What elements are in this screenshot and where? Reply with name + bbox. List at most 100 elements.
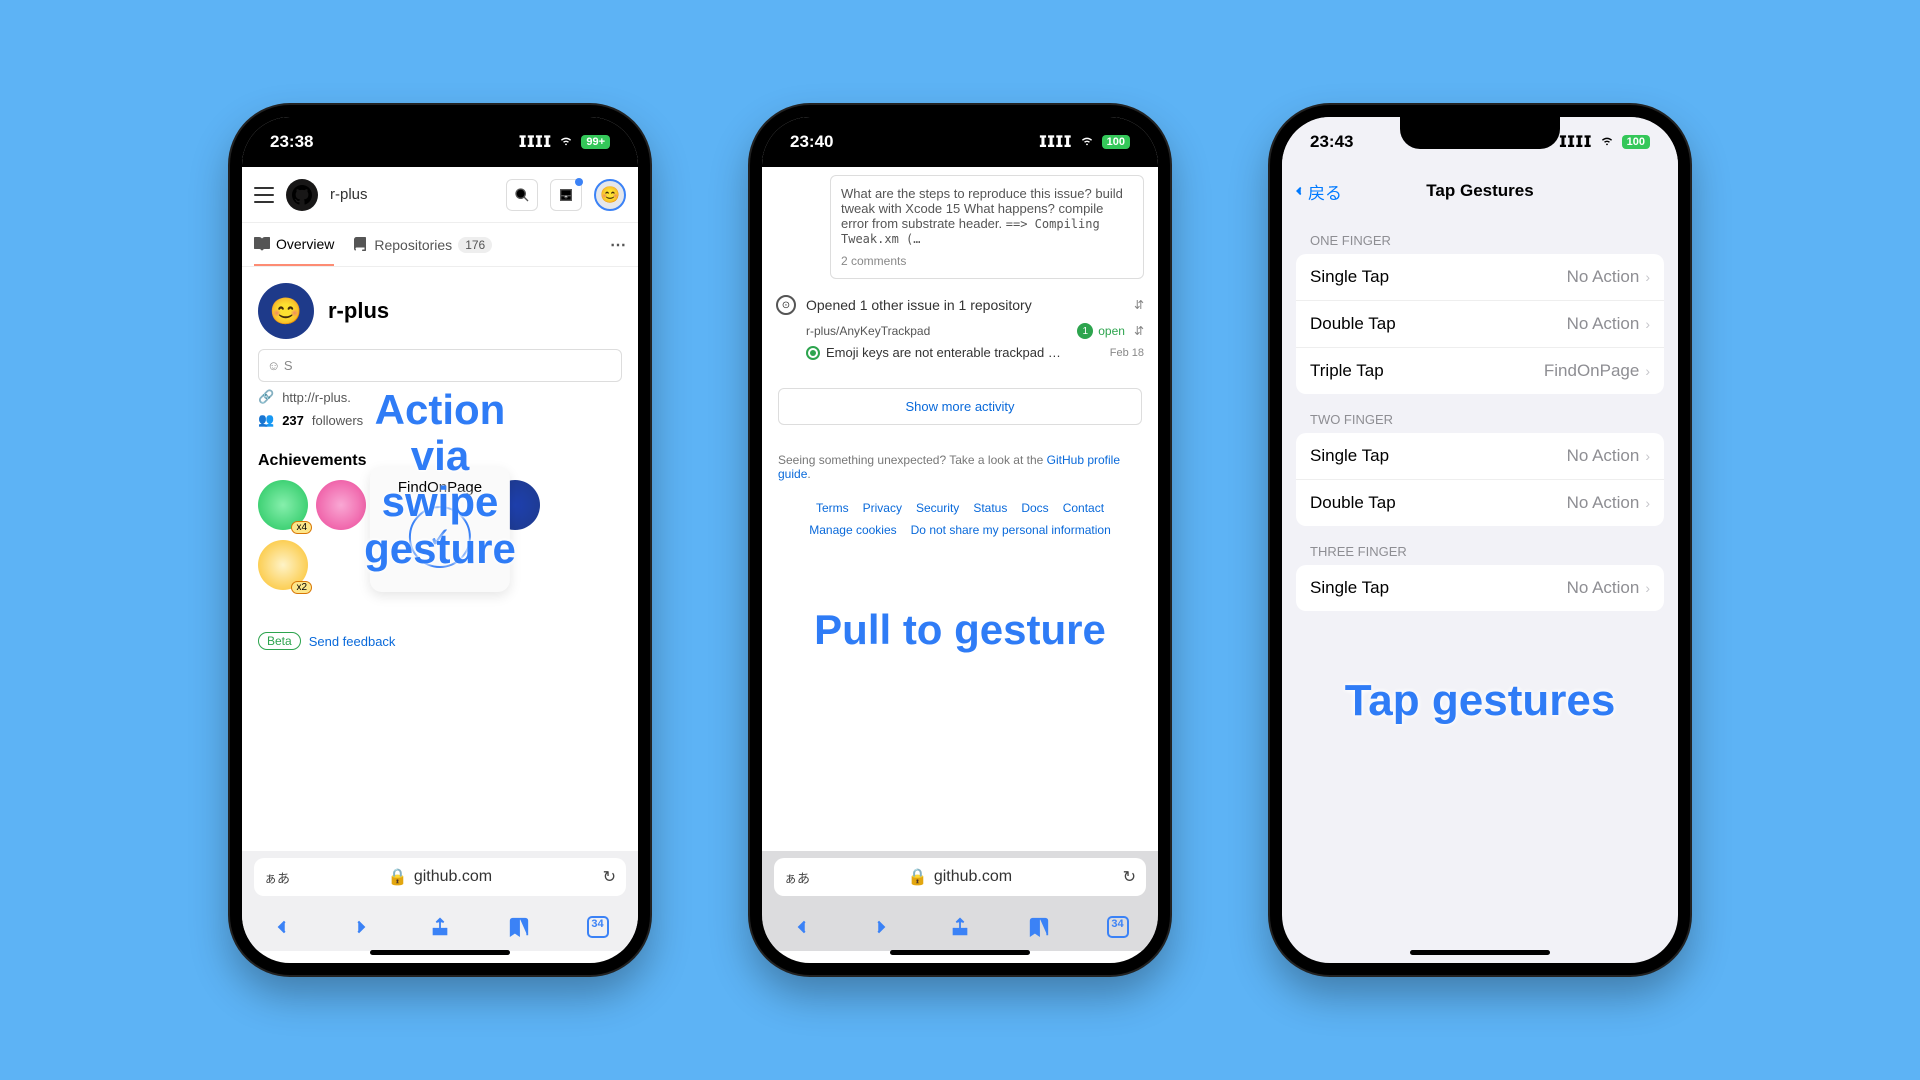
footer-link[interactable]: Contact [1063, 501, 1104, 515]
back-button[interactable]: 戻る [1292, 179, 1342, 204]
overlay-caption: Pull to gesture [814, 607, 1106, 653]
back-icon[interactable] [271, 916, 293, 938]
notch [1400, 117, 1560, 149]
url-bar[interactable]: ぁあ 🔒 github.com ↻ [774, 858, 1146, 896]
achievement-badge[interactable]: x2 [258, 540, 308, 590]
url-text: github.com [414, 868, 492, 886]
section-header: ONE FINGER [1296, 215, 1664, 254]
github-username: r-plus [330, 186, 494, 203]
row-label: Double Tap [1310, 493, 1396, 513]
nav-bar: 戻る Tap Gestures [1282, 167, 1678, 215]
github-tabs: Overview Repositories 176 ⋯ [242, 223, 638, 267]
footer-link[interactable]: Status [973, 501, 1007, 515]
notch [360, 117, 520, 149]
footer-link[interactable]: Docs [1021, 501, 1048, 515]
overlay-caption: Action via swipe gesture [341, 387, 539, 572]
tabs-button[interactable]: 34 [1107, 916, 1129, 938]
reload-icon[interactable]: ↻ [603, 867, 616, 887]
bookmarks-icon[interactable] [508, 916, 530, 938]
settings-group: Single Tap No Action › [1296, 565, 1664, 611]
url-text: github.com [934, 868, 1012, 886]
wifi-icon [1598, 133, 1616, 152]
settings-row[interactable]: Double TapNo Action › [1296, 301, 1664, 348]
lock-icon: 🔒 [908, 867, 928, 887]
chevron-right-icon: › [1645, 316, 1650, 332]
inbox-button[interactable] [550, 179, 582, 211]
url-bar[interactable]: ぁあ 🔒 github.com ↻ [254, 858, 626, 896]
row-label: Double Tap [1310, 314, 1396, 334]
home-indicator [370, 950, 510, 955]
section-header: THREE FINGER [1296, 526, 1664, 565]
chevron-right-icon: › [1645, 269, 1650, 285]
footer-link[interactable]: Do not share my personal information [911, 523, 1111, 537]
book-icon [254, 236, 270, 252]
footer-link[interactable]: Terms [816, 501, 849, 515]
tabs-button[interactable]: 34 [587, 916, 609, 938]
phone-3: 23:43 𝗜𝗜𝗜𝗜 100 戻る Tap Gestures ONE FINGE… [1270, 105, 1690, 975]
issue-card[interactable]: What are the steps to reproduce this iss… [830, 175, 1144, 279]
settings-row[interactable]: Triple Tap FindOnPage › [1296, 348, 1664, 394]
aa-button[interactable]: ぁあ [264, 868, 290, 887]
settings-row[interactable]: Double TapNo Action › [1296, 480, 1664, 526]
signal-icon: 𝗜𝗜𝗜𝗜 [519, 132, 552, 152]
search-button[interactable] [506, 179, 538, 211]
chevron-right-icon: › [1645, 448, 1650, 464]
achievement-badge[interactable]: x4 [258, 480, 308, 530]
lock-icon: 🔒 [388, 867, 408, 887]
settings-row[interactable]: Single TapNo Action › [1296, 433, 1664, 480]
footer-link[interactable]: Security [916, 501, 959, 515]
phone-2: 23:40 𝗜𝗜𝗜𝗜 100 What are the steps to rep… [750, 105, 1170, 975]
link-icon: 🔗 [258, 389, 274, 405]
footer-link[interactable]: Manage cookies [809, 523, 896, 537]
issue-open-icon [806, 346, 820, 360]
issue-group-header[interactable]: ⊙ Opened 1 other issue in 1 repository ⇵ [770, 289, 1150, 321]
back-icon[interactable] [791, 916, 813, 938]
settings-row[interactable]: Single Tap No Action › [1296, 565, 1664, 611]
footer-link[interactable]: Privacy [863, 501, 902, 515]
footer-help-text: Seeing something unexpected? Take a look… [770, 449, 1150, 485]
battery-icon: 100 [1102, 135, 1130, 149]
people-icon: 👥 [258, 412, 274, 428]
issue-group-icon: ⊙ [776, 295, 796, 315]
safari-bottom-bar: 34 [762, 903, 1158, 951]
wifi-icon [1078, 133, 1096, 152]
github-logo-icon[interactable] [286, 179, 318, 211]
bookmarks-icon[interactable] [1028, 916, 1050, 938]
notch [880, 117, 1040, 149]
aa-button[interactable]: ぁあ [784, 868, 810, 887]
status-input[interactable]: ☺ S [258, 349, 622, 382]
row-label: Single Tap [1310, 578, 1389, 598]
settings-group: Single Tap No Action › Double TapNo Action… [1296, 254, 1664, 394]
row-label: Triple Tap [1310, 361, 1384, 381]
signal-icon: 𝗜𝗜𝗜𝗜 [1039, 132, 1072, 152]
expand-collapse-icon[interactable]: ⇵ [1134, 324, 1144, 338]
row-value: No Action › [1567, 267, 1650, 287]
hamburger-icon[interactable] [254, 187, 274, 203]
repo-link[interactable]: r-plus/AnyKeyTrackpad 1 open ⇵ [770, 321, 1150, 341]
send-feedback-link[interactable]: Send feedback [309, 634, 396, 649]
avatar-button[interactable]: 😊 [594, 179, 626, 211]
show-more-button[interactable]: Show more activity [778, 388, 1142, 425]
profile-avatar: 😊 [258, 283, 314, 339]
issue-link[interactable]: Emoji keys are not enterable trackpad … … [770, 341, 1150, 364]
row-value: FindOnPage › [1544, 361, 1650, 381]
row-value: No Action › [1567, 578, 1650, 598]
row-label: Single Tap [1310, 267, 1389, 287]
nav-title: Tap Gestures [1426, 181, 1533, 201]
reload-icon[interactable]: ↻ [1123, 867, 1136, 887]
safari-toolbar: ぁあ 🔒 github.com ↻ [242, 851, 638, 903]
signal-icon: 𝗜𝗜𝗜𝗜 [1559, 132, 1592, 152]
settings-row[interactable]: Single Tap No Action › [1296, 254, 1664, 301]
expand-collapse-icon[interactable]: ⇵ [1134, 298, 1144, 312]
footer-links: Terms Privacy Security Status Docs Contact Man… [770, 485, 1150, 553]
share-icon[interactable] [949, 916, 971, 938]
more-tabs-button[interactable]: ⋯ [610, 235, 626, 255]
comments-link[interactable]: 2 comments [841, 254, 1133, 268]
share-icon[interactable] [429, 916, 451, 938]
tab-repositories[interactable]: Repositories 176 [352, 223, 492, 266]
tab-overview[interactable]: Overview [254, 223, 334, 266]
battery-icon: 100 [1622, 135, 1650, 149]
wifi-icon [557, 133, 575, 152]
phone-1: 23:38 𝗜𝗜𝗜𝗜 99+ r-plus 😊 [230, 105, 650, 975]
chevron-right-icon: › [1645, 363, 1650, 379]
